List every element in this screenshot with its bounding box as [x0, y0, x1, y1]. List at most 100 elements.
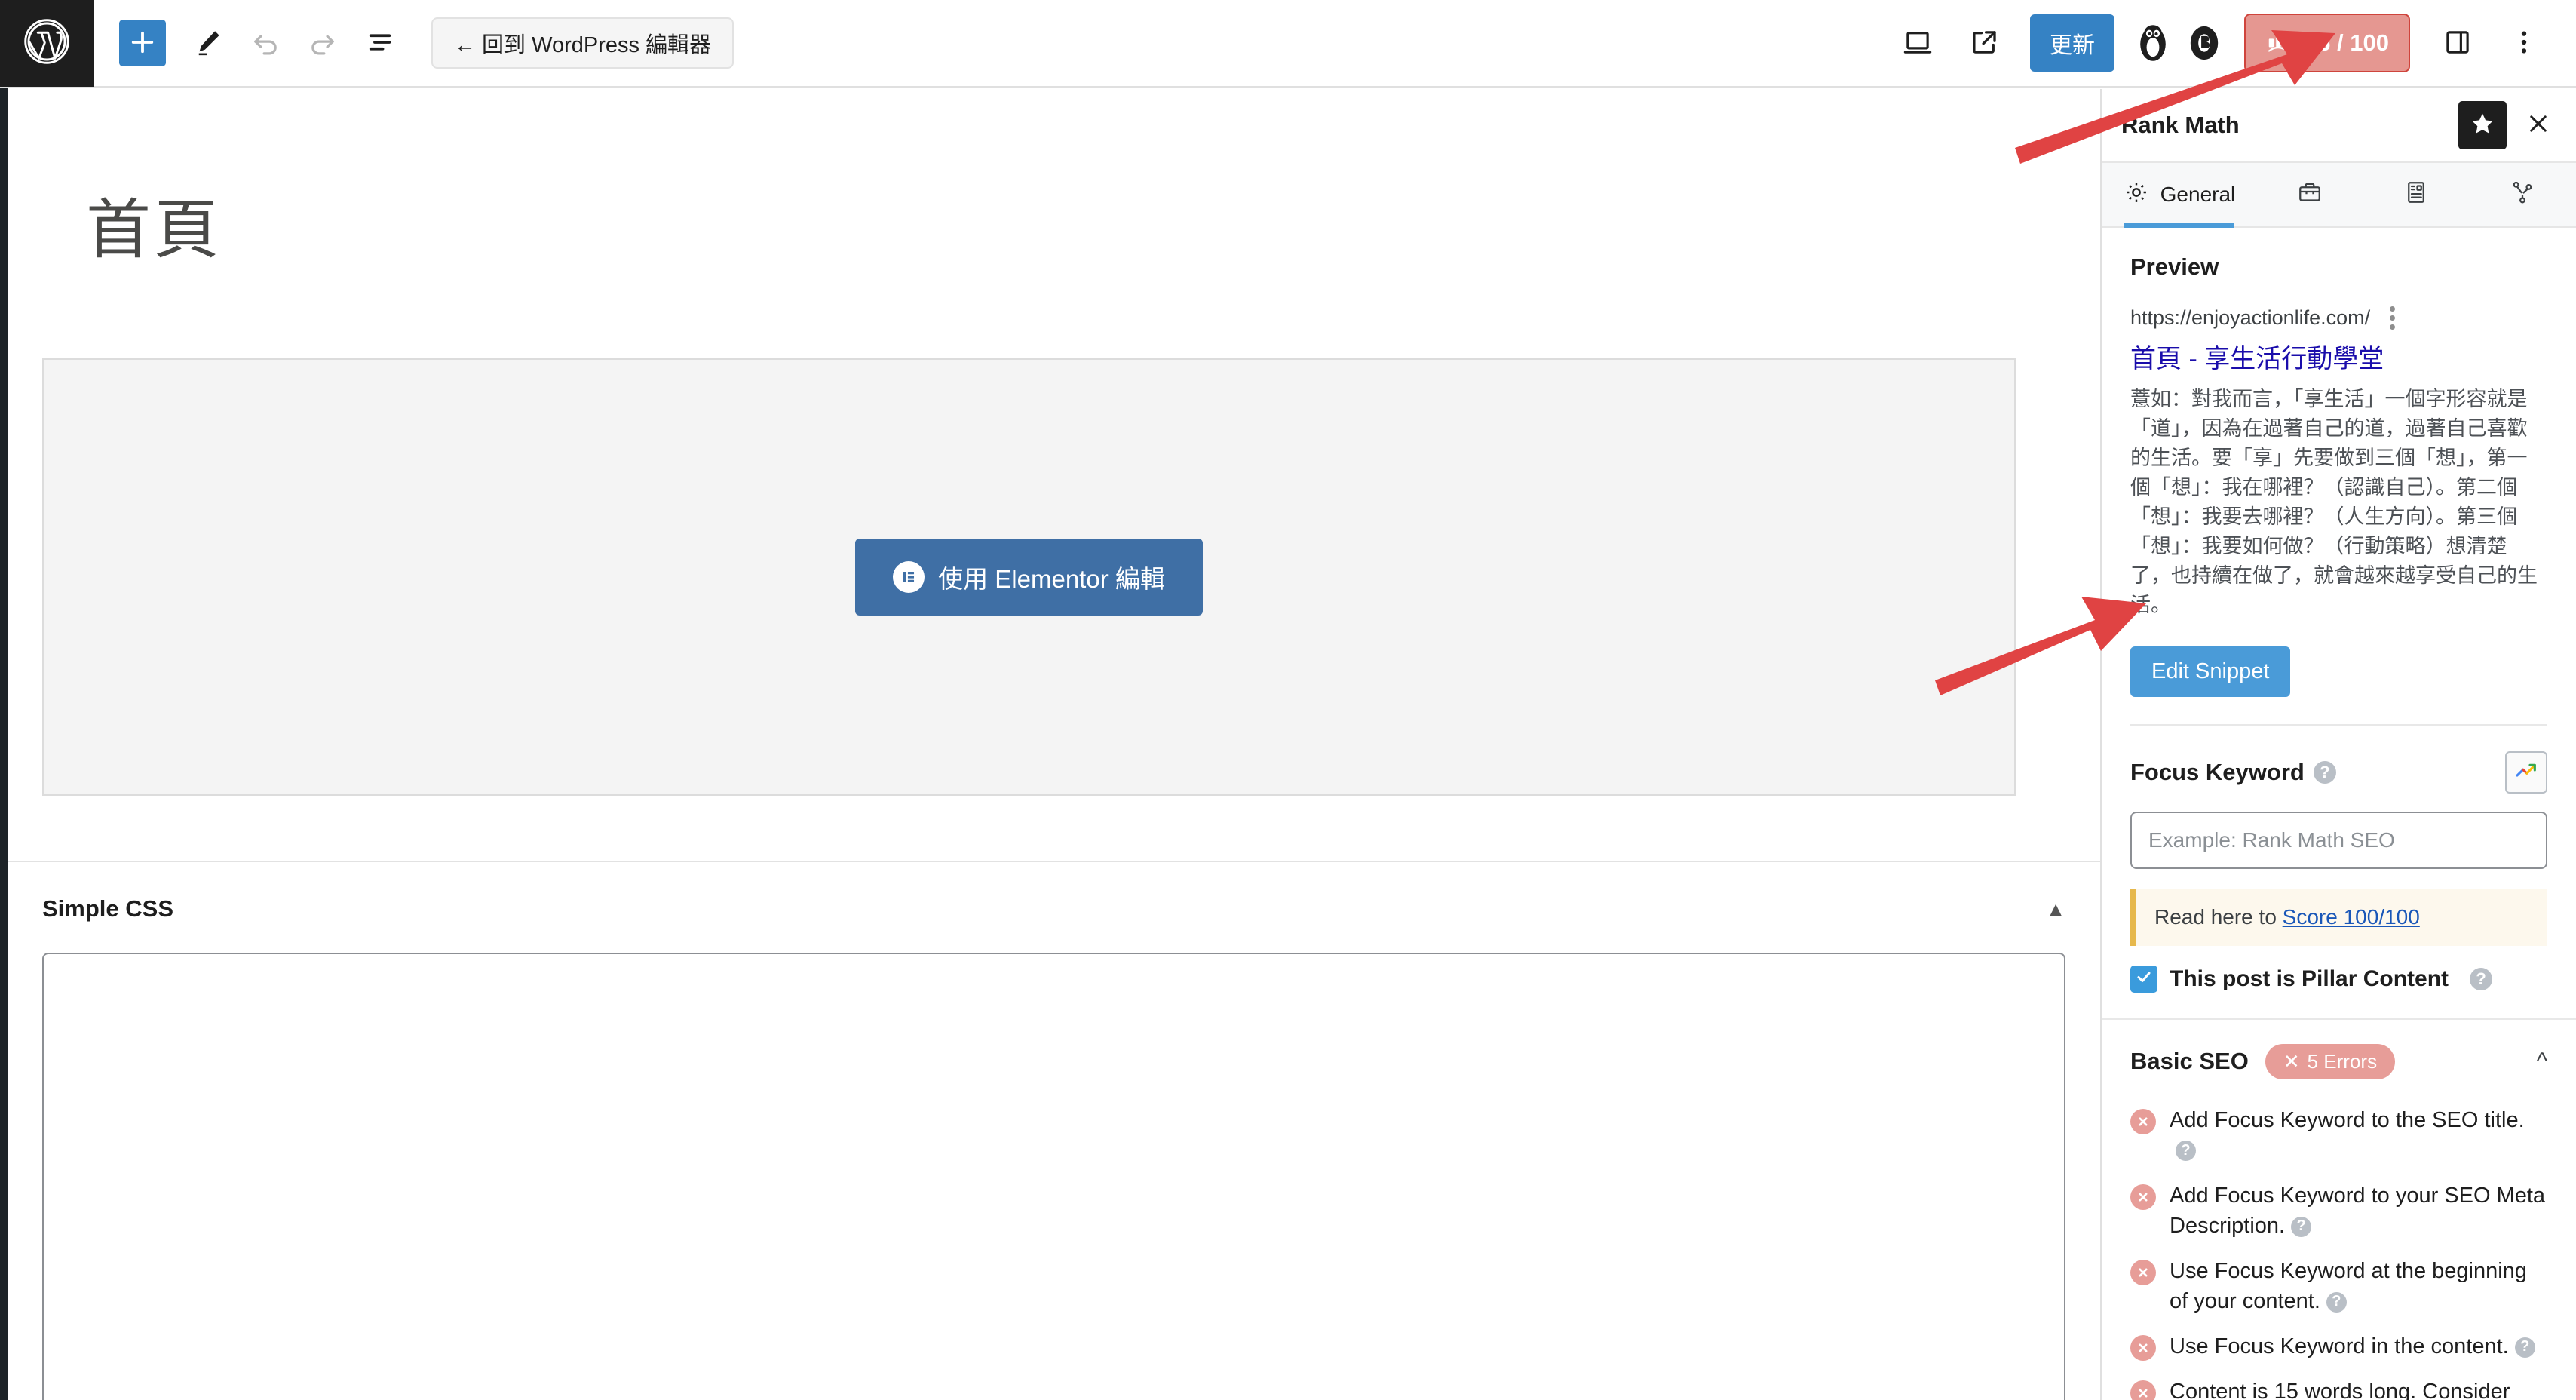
update-button-label: 更新 [2049, 33, 2095, 58]
check-icon [2135, 968, 2153, 990]
back-button-label: ← 回到 WordPress 編輯器 [454, 33, 712, 57]
error-x-icon [2130, 1259, 2156, 1285]
issue-row: Add Focus Keyword to the SEO title.? [2130, 1105, 2547, 1165]
undo-button[interactable] [237, 14, 294, 72]
issue-text: Add Focus Keyword to the SEO title. [2170, 1107, 2525, 1132]
toolbar-left-group: ← 回到 WordPress 編輯器 [94, 14, 734, 72]
trend-chart-icon [2513, 757, 2539, 787]
help-icon-issue-2[interactable]: ? [2326, 1291, 2347, 1312]
issue-row: Content is 15 words long. Consider using… [2130, 1377, 2547, 1400]
tab-social[interactable] [2470, 163, 2576, 226]
edit-snippet-button[interactable]: Edit Snippet [2130, 646, 2291, 697]
tab-general[interactable]: General [2102, 163, 2256, 228]
page-title[interactable]: 首頁 [8, 89, 2100, 271]
wordpress-logo-icon [23, 17, 71, 69]
briefcase-icon [2296, 179, 2323, 211]
edit-with-elementor-button[interactable]: 使用 Elementor 編輯 [855, 539, 1203, 616]
rank-math-sidebar: Rank Math General Preview https://enjoya… [2100, 89, 2576, 1400]
issue-row: Use Focus Keyword in the content.? [2130, 1331, 2547, 1362]
sidebar-panel-icon [2442, 26, 2473, 60]
desktop-preview-icon [1902, 26, 1934, 60]
snippet-kebab-menu-icon[interactable] [2387, 303, 2398, 333]
elementor-placeholder-block: 使用 Elementor 編輯 [42, 358, 2016, 796]
score-notice: Read here to Score 100/100 [2130, 888, 2547, 946]
rank-math-body: Preview https://enjoyactionlife.com/ 首頁 … [2102, 228, 2576, 1400]
rank-math-header: Rank Math [2102, 89, 2576, 163]
help-icon-pillar-content[interactable]: ? [2470, 967, 2493, 990]
google-trends-button[interactable] [2505, 751, 2547, 794]
document-overview-button[interactable] [351, 14, 409, 72]
simple-css-textarea[interactable] [42, 953, 2065, 1400]
error-x-icon [2130, 1334, 2156, 1361]
x-icon: ✕ [2283, 1049, 2300, 1073]
tab-advanced[interactable] [2256, 163, 2363, 226]
rank-math-header-actions [2458, 101, 2558, 149]
wp-admin-menu-edge [0, 88, 8, 1400]
error-x-icon [2130, 1108, 2156, 1134]
redo-button[interactable] [294, 14, 351, 72]
editor-canvas: 首頁 使用 Elementor 編輯 Simple CSS ▲ [8, 89, 2100, 1400]
rank-math-star-button[interactable] [2458, 101, 2507, 149]
view-post-button[interactable] [1953, 12, 2015, 74]
preview-device-button[interactable] [1887, 12, 1949, 74]
simple-css-header[interactable]: Simple CSS ▲ [8, 862, 2100, 953]
notice-prefix: Read here to [2154, 904, 2283, 929]
snippet-description: 薏如：對我而言，「享生活」一個字形容就是「道」，因為在過著自己的道，過著自己喜歡… [2130, 387, 2538, 617]
wordpress-logo-button[interactable] [0, 0, 94, 87]
basic-seo-title: Basic SEO [2130, 1048, 2249, 1075]
snippet-preview-section: Preview https://enjoyactionlife.com/ 首頁 … [2102, 228, 2576, 993]
back-to-wordpress-editor-button[interactable]: ← 回到 WordPress 編輯器 [431, 17, 734, 69]
star-icon [2470, 111, 2495, 140]
help-icon-issue-0[interactable]: ? [2176, 1141, 2196, 1162]
collapse-basic-seo-icon[interactable]: ^ [2537, 1048, 2547, 1074]
snippet-title: 首頁 - 享生活行動學堂 [2130, 345, 2384, 373]
score-100-link[interactable]: Score 100/100 [2283, 905, 2420, 929]
focus-keyword-input[interactable] [2130, 811, 2547, 869]
basic-seo-header[interactable]: Basic SEO ✕ 5 Errors ^ [2102, 1018, 2576, 1098]
close-sidebar-button[interactable] [2519, 106, 2558, 145]
gear-icon [2123, 179, 2150, 211]
pillar-content-checkbox[interactable] [2130, 965, 2157, 993]
close-icon [2525, 111, 2551, 140]
seo-score-chart-icon [2265, 26, 2294, 60]
tab-general-label: General [2160, 183, 2236, 206]
issue-text: Content is 15 words long. Consider using… [2170, 1379, 2510, 1400]
more-options-button[interactable] [2493, 12, 2555, 74]
tab-schema[interactable] [2363, 163, 2469, 226]
vertical-dots-icon [2508, 26, 2540, 60]
add-block-button[interactable] [119, 20, 166, 66]
error-x-icon [2130, 1380, 2156, 1400]
preview-heading: Preview [2130, 253, 2219, 280]
focus-keyword-label: Focus Keyword [2130, 758, 2305, 785]
basic-seo-errors-badge: ✕ 5 Errors [2265, 1043, 2396, 1079]
user-avatar-icon[interactable] [2181, 20, 2228, 66]
chevron-up-icon[interactable]: ▲ [2046, 898, 2065, 921]
seo-score-value: 16 / 100 [2304, 29, 2389, 56]
pillar-content-label: This post is Pillar Content [2170, 966, 2449, 991]
issue-row: Add Focus Keyword to your SEO Meta Descr… [2130, 1180, 2547, 1241]
simple-css-title: Simple CSS [42, 895, 173, 922]
help-icon-issue-1[interactable]: ? [2291, 1216, 2312, 1237]
focus-keyword-header: Focus Keyword ? [2130, 751, 2547, 794]
error-x-icon [2130, 1184, 2156, 1210]
seo-score-badge[interactable]: 16 / 100 [2243, 14, 2410, 72]
snippet-url-row: https://enjoyactionlife.com/ [2130, 303, 2547, 333]
external-link-icon [1968, 26, 2000, 60]
issue-text: Use Focus Keyword at the beginning of yo… [2170, 1258, 2527, 1313]
list-view-icon [364, 26, 396, 60]
undo-icon [250, 26, 281, 60]
plus-icon [127, 26, 158, 60]
help-icon-issue-3[interactable]: ? [2514, 1337, 2535, 1358]
pencil-icon [192, 26, 224, 60]
help-icon-focus-keyword[interactable]: ? [2313, 760, 2336, 784]
elementor-button-label: 使用 Elementor 編輯 [938, 565, 1165, 593]
issue-text: Add Focus Keyword to your SEO Meta Descr… [2170, 1183, 2546, 1238]
edit-mode-button[interactable] [179, 14, 237, 72]
rank-math-title: Rank Math [2121, 112, 2240, 138]
social-share-icon [2509, 179, 2536, 211]
schema-document-icon [2403, 179, 2430, 211]
toolbar-right-group: 更新 16 / 100 [1887, 12, 2576, 74]
jetpack-avatar-icon[interactable] [2130, 20, 2176, 66]
update-button[interactable]: 更新 [2029, 14, 2114, 72]
toggle-sidebar-button[interactable] [2427, 12, 2489, 74]
